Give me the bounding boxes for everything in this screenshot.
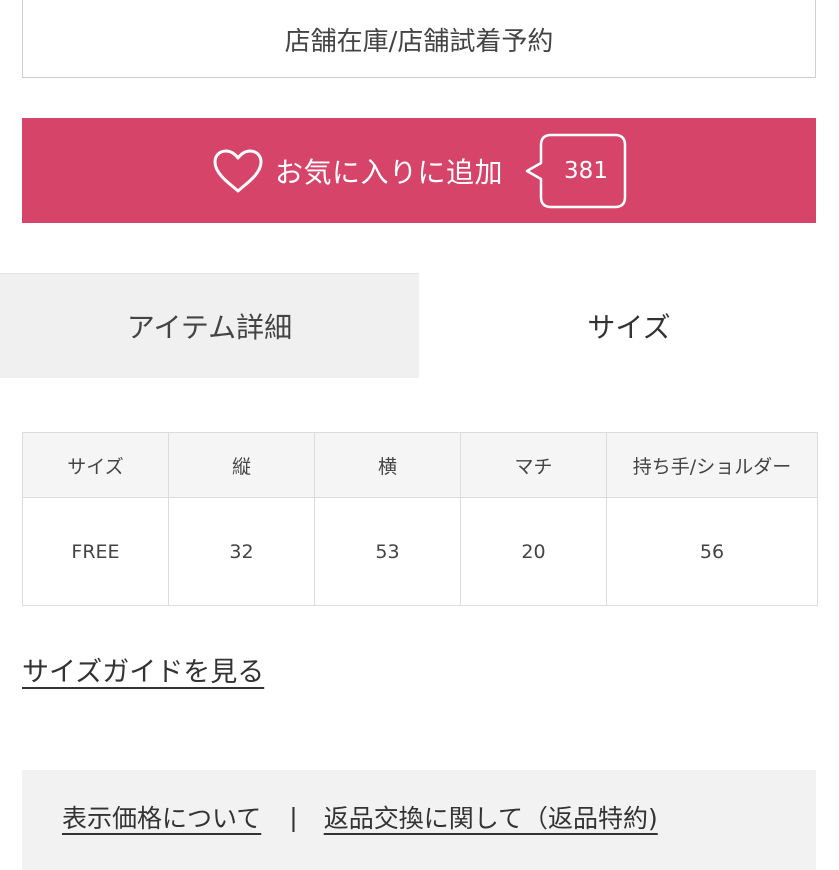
size-table-cell: 53: [314, 497, 461, 606]
size-table-cell: 56: [606, 497, 818, 606]
favorite-button-content: お気に入りに追加 381: [211, 133, 627, 209]
size-table-header-cell: マチ: [460, 432, 607, 498]
favorite-count: 381: [564, 157, 608, 184]
size-guide-link[interactable]: サイズガイドを見る: [22, 650, 264, 689]
heart-outline-icon: [213, 149, 263, 192]
table-row: FREE 32 53 20 56: [22, 497, 818, 606]
add-to-favorites-label: お気に入りに追加: [274, 155, 503, 189]
size-table-cell: 32: [168, 497, 315, 606]
size-table-header-cell: 持ち手/ショルダー: [606, 432, 818, 498]
add-to-favorites-button[interactable]: お気に入りに追加 381: [22, 118, 816, 223]
tab-item-details-label: アイテム詳細: [126, 311, 293, 344]
favorite-count-bubble: 381: [525, 133, 627, 209]
price-display-link[interactable]: 表示価格について: [62, 799, 261, 835]
product-info-tabs: アイテム詳細 サイズ: [0, 273, 839, 378]
footer-separator: |: [289, 802, 298, 832]
size-table-header-cell: サイズ: [22, 432, 169, 498]
size-table-header-row: サイズ 縦 横 マチ 持ち手/ショルダー: [22, 432, 818, 498]
size-table-header-cell: 縦: [168, 432, 315, 498]
tab-size[interactable]: サイズ: [419, 273, 839, 378]
tab-size-label: サイズ: [587, 310, 671, 344]
footer-links: 表示価格について | 返品交換に関して（返品特約): [62, 799, 658, 835]
size-table: サイズ 縦 横 マチ 持ち手/ショルダー FREE 32 53 20 56: [22, 432, 818, 606]
store-stock-reservation-label: 店舗在庫/店舗試着予約: [284, 26, 554, 57]
size-table-header-cell: 横: [314, 432, 461, 498]
size-table-cell: FREE: [22, 497, 169, 606]
returns-exchange-link[interactable]: 返品交換に関して（返品特約): [324, 799, 658, 835]
size-table-cell: 20: [460, 497, 607, 606]
tab-item-details[interactable]: アイテム詳細: [0, 273, 419, 378]
store-stock-reservation-button[interactable]: 店舗在庫/店舗試着予約: [22, 0, 816, 78]
